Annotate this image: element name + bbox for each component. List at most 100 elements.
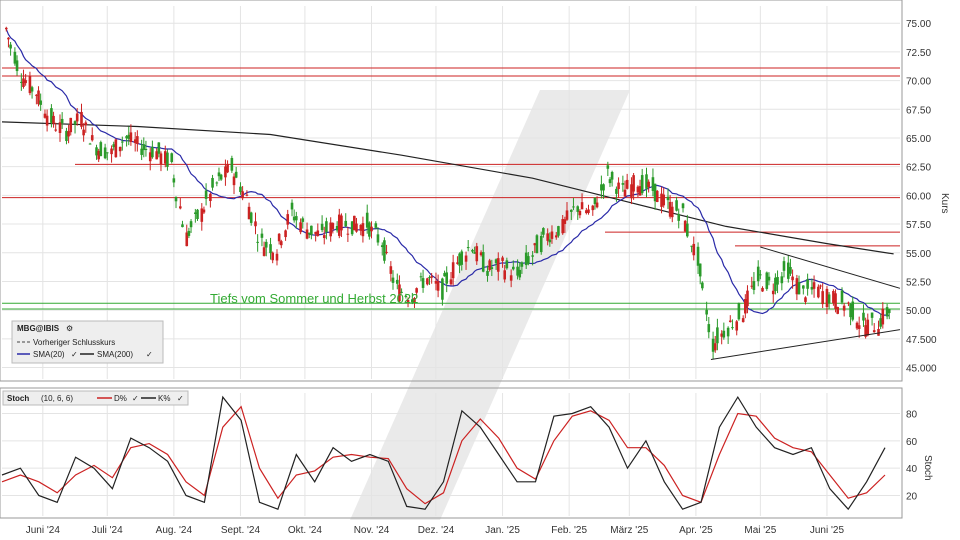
candle-body [615, 188, 618, 194]
candle-body [782, 261, 786, 271]
candle-body [731, 327, 734, 329]
stoch-d-label: D% [114, 394, 127, 403]
candle-body [847, 302, 850, 304]
candle-body [60, 118, 64, 124]
candle-body [503, 270, 507, 280]
candle-body [655, 190, 659, 202]
candle-body [887, 309, 891, 314]
candle-body [196, 209, 199, 220]
candle-body [114, 139, 118, 158]
legend-sma200-check-icon[interactable]: ✓ [146, 350, 153, 359]
stoch-legend-title: Stoch [7, 394, 29, 403]
candle-body [857, 325, 861, 329]
candle-body [866, 319, 870, 336]
candle-body [705, 309, 708, 315]
candle-body [713, 343, 717, 351]
candle-body [118, 146, 122, 152]
candle-body [791, 276, 794, 281]
candle-body [451, 262, 455, 279]
candle-body [52, 115, 55, 124]
price-tick-label: 50.00 [906, 306, 931, 317]
candle-body [610, 171, 614, 180]
x-tick-label: Aug. '24 [156, 525, 193, 536]
candle-body [539, 235, 543, 253]
legend-symbol: MBG@IBIS [17, 324, 60, 333]
candle-body [851, 301, 855, 320]
candle-body [726, 327, 730, 337]
candle-body [449, 279, 453, 285]
candle-body [215, 182, 219, 184]
candle-body [677, 213, 681, 221]
candle-body [872, 330, 876, 333]
stoch-tick-label: 20 [906, 492, 918, 503]
candle-body [331, 223, 335, 230]
candle-body [54, 129, 58, 131]
candle-body [230, 158, 234, 171]
price-tick-label: 45.000 [906, 364, 937, 375]
candle-body [501, 257, 504, 261]
candle-body [486, 270, 489, 276]
candle-body [88, 143, 92, 145]
candle-body [80, 111, 83, 127]
candle-body [395, 279, 399, 284]
candle-body [707, 324, 711, 333]
stoch-k-check-icon[interactable]: ✓ [177, 394, 184, 403]
candle-body [391, 277, 395, 283]
candle-body [136, 136, 139, 144]
candle-body [110, 148, 113, 155]
candle-body [129, 132, 133, 143]
candle-body [121, 141, 124, 143]
candle-body [84, 122, 88, 126]
candle-body [797, 282, 801, 295]
candle-body [166, 152, 169, 167]
candle-body [151, 146, 154, 158]
candle-body [681, 203, 685, 209]
candle-body [370, 226, 373, 232]
candle-body [187, 230, 191, 236]
candle-body [771, 290, 775, 295]
candle-body [746, 290, 749, 307]
legend-settings-icon[interactable]: ⚙ [66, 324, 73, 333]
candle-body [595, 202, 599, 208]
candle-body [260, 233, 264, 238]
candle-body [170, 153, 174, 162]
candle-body [90, 135, 94, 141]
x-tick-label: Sept. '24 [221, 525, 261, 536]
legend-sma20-check-icon[interactable]: ✓ [71, 350, 78, 359]
candle-body [621, 183, 625, 185]
candle-body [647, 181, 650, 188]
candle-body [172, 178, 176, 183]
candle-body [580, 202, 584, 210]
candle-body [692, 243, 696, 256]
candle-body [295, 216, 298, 221]
candle-body [269, 244, 272, 254]
candle-body [728, 320, 732, 322]
candle-body [426, 278, 429, 285]
candle-body [591, 205, 595, 211]
candle-body [305, 229, 309, 239]
candle-body [496, 258, 500, 272]
candle-body [623, 189, 627, 197]
price-tick-label: 70.00 [906, 77, 931, 88]
candle-body [531, 255, 534, 257]
candle-body [518, 269, 522, 278]
candle-body [99, 142, 103, 157]
legend-prev-close: Vorheriger Schlusskurs [33, 338, 115, 347]
price-tick-label: 47.500 [906, 335, 937, 346]
candle-body [39, 100, 42, 105]
candle-body [466, 247, 470, 249]
candle-body [550, 231, 554, 239]
candle-body [606, 165, 610, 169]
candle-body [241, 191, 244, 199]
candle-body [157, 142, 161, 154]
candle-body [4, 27, 8, 30]
candle-body [776, 276, 779, 285]
candle-body [211, 177, 214, 188]
candle-body [737, 303, 741, 320]
candle-body [385, 251, 388, 253]
candle-body [812, 282, 816, 289]
x-tick-label: Apr. '25 [679, 525, 713, 536]
stoch-d-check-icon[interactable]: ✓ [132, 394, 139, 403]
candle-body [587, 209, 590, 213]
candle-body [722, 330, 726, 338]
